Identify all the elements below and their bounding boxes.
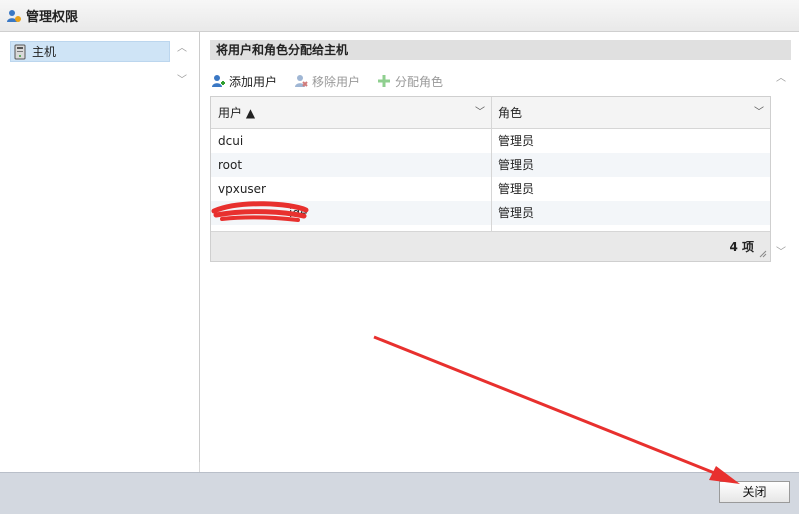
chevron-down-icon[interactable]: ﹀ <box>754 97 764 129</box>
table-header: 用户 ▲ ﹀ 角色 ﹀ <box>211 97 770 129</box>
column-header-role[interactable]: 角色 ﹀ <box>491 97 770 129</box>
nav-item-host[interactable]: 主机 <box>10 41 170 62</box>
add-user-label: 添加用户 <box>229 74 278 89</box>
resize-grip-icon[interactable] <box>759 250 767 258</box>
cell-role: 管理员 <box>498 182 535 196</box>
table-footer: 4 项 <box>211 231 770 261</box>
section-title: 将用户和角色分配给主机 <box>210 40 791 60</box>
host-icon <box>14 44 26 59</box>
remove-user-label: 移除用户 <box>312 74 361 89</box>
column-header-user[interactable]: 用户 ▲ ﹀ <box>211 97 491 129</box>
cell-user: vpxuser <box>218 182 266 196</box>
cell-role: 管理员 <box>498 158 535 172</box>
remove-user-icon <box>295 75 308 87</box>
scroll-down-icon[interactable]: ﹀ <box>175 74 189 88</box>
cell-role: 管理员 <box>498 206 535 220</box>
close-button[interactable]: 关闭 <box>719 481 790 503</box>
add-user-button[interactable]: 添加用户 <box>210 73 277 90</box>
window-title: 管理权限 <box>26 10 79 25</box>
user-role-table: 用户 ▲ ﹀ 角色 ﹀ dcui 管理员 root 管理员 vpxuser 管理… <box>210 96 771 262</box>
assign-role-button[interactable]: 分配角色 <box>376 73 443 90</box>
assign-role-label: 分配角色 <box>395 74 444 89</box>
add-user-icon <box>212 75 225 87</box>
column-header-role-label: 角色 <box>498 106 523 120</box>
navigation-panel: 主机 ︿ ﹀ <box>0 32 200 472</box>
panel-divider <box>199 32 200 462</box>
nav-item-label: 主机 <box>32 45 57 59</box>
cell-user: ide <box>289 206 308 220</box>
scroll-up-icon[interactable]: ︿ <box>175 42 189 56</box>
plus-icon <box>378 75 391 87</box>
cell-role: 管理员 <box>498 134 535 148</box>
window-titlebar: 管理权限 <box>0 0 799 32</box>
red-arrow <box>373 335 740 484</box>
cell-user: root <box>218 158 243 172</box>
column-divider <box>491 129 492 231</box>
chevron-down-icon[interactable]: ﹀ <box>475 97 485 129</box>
remove-user-button[interactable]: 移除用户 <box>293 73 360 90</box>
column-header-user-label: 用户 ▲ <box>218 106 256 120</box>
dialog-footer <box>0 472 799 514</box>
toolbar: 添加用户 移除用户 分配角色 <box>210 70 459 92</box>
admin-user-icon <box>7 9 21 22</box>
scroll-down-icon[interactable]: ﹀ <box>774 246 788 260</box>
cell-user: dcui <box>218 134 244 148</box>
item-count: 4 项 <box>729 240 754 254</box>
scroll-up-icon[interactable]: ︿ <box>774 72 788 86</box>
